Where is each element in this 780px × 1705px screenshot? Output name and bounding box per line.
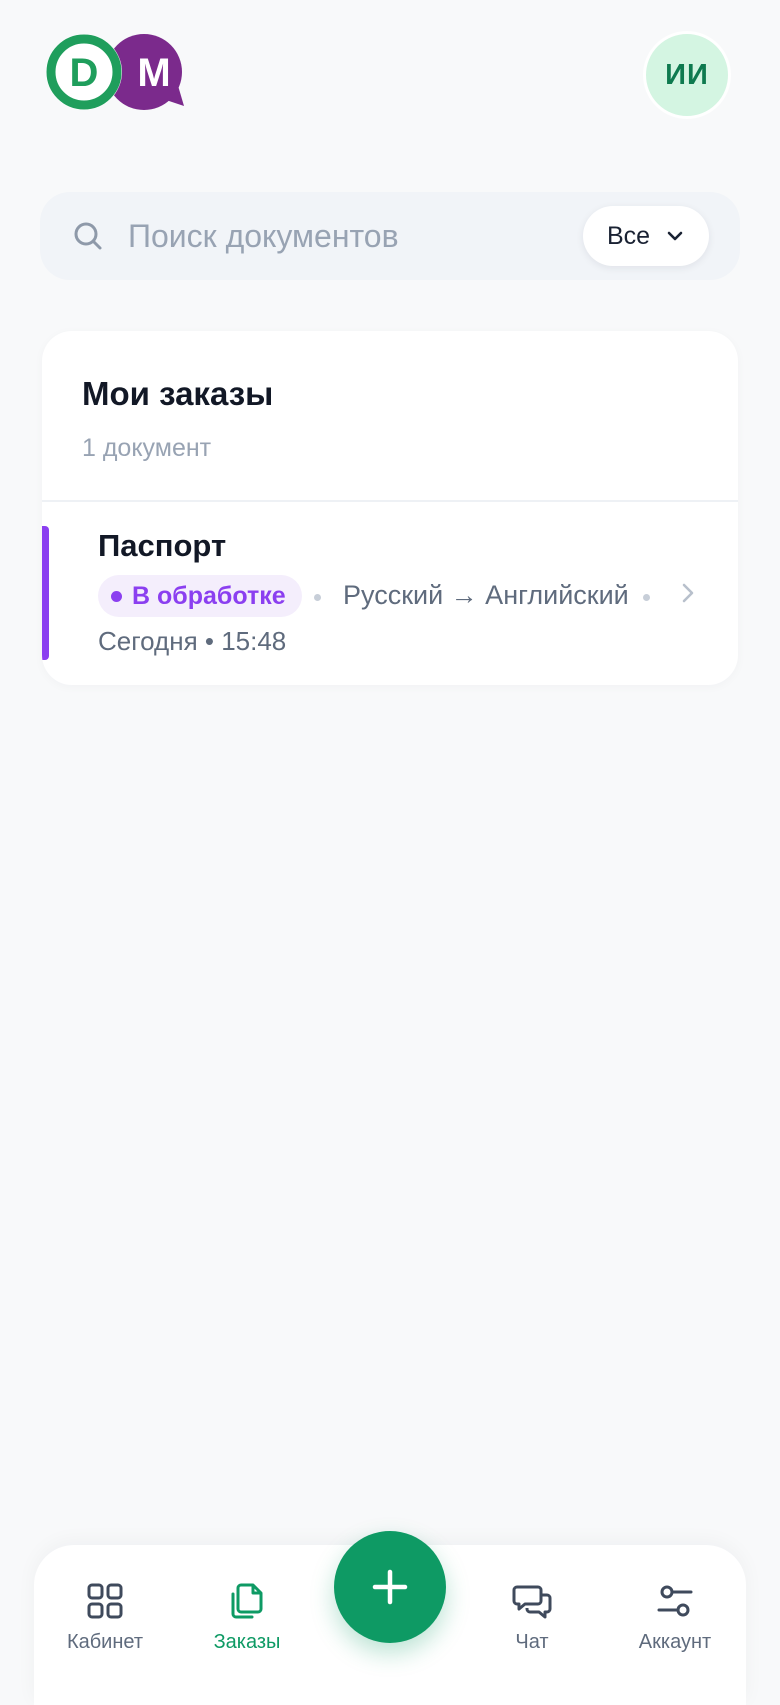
separator-dot <box>643 594 650 601</box>
chevron-down-icon <box>667 231 683 241</box>
orders-count: 1 документ <box>82 434 212 462</box>
avatar-initials: ИИ <box>665 58 709 91</box>
orders-title: Мои заказы <box>82 375 274 412</box>
orders-card: Мои заказы 1 документ Паспорт В обработк… <box>42 331 738 685</box>
app-logo[interactable]: D M <box>46 34 196 118</box>
chat-icon <box>512 1585 552 1619</box>
search-icon <box>74 222 102 250</box>
separator-dot <box>314 594 321 601</box>
documents-icon <box>231 1583 263 1619</box>
status-dot <box>111 591 122 602</box>
add-order-button[interactable] <box>334 1531 446 1643</box>
plus-icon <box>372 1569 408 1605</box>
nav-label-cabinet: Кабинет <box>66 1631 144 1653</box>
chevron-right-icon <box>682 583 694 603</box>
logo-mark: D M <box>46 34 184 110</box>
order-languages: Русский → Английский <box>343 580 629 610</box>
user-avatar[interactable]: ИИ <box>643 31 731 119</box>
nav-item-chat[interactable]: Чат <box>472 1581 592 1654</box>
nav-label-orders: Заказы <box>213 1631 281 1653</box>
filter-label: Все <box>607 221 651 250</box>
logo-letter-d: D <box>70 51 99 95</box>
nav-item-cabinet[interactable]: Кабинет <box>45 1581 165 1654</box>
status-label: В обработке <box>132 581 286 610</box>
order-accent-bar <box>42 526 49 660</box>
order-date: Сегодня • 15:48 <box>98 626 287 656</box>
sliders-icon <box>657 1585 693 1617</box>
nav-label-account: Аккаунт <box>638 1631 712 1653</box>
filter-dropdown[interactable]: Все <box>583 206 709 266</box>
nav-item-orders[interactable]: Заказы <box>187 1581 307 1654</box>
order-title: Паспорт <box>98 528 227 563</box>
status-badge: В обработке <box>98 575 302 617</box>
grid-icon <box>87 1583 123 1619</box>
search-bar: Все <box>40 192 740 280</box>
order-item[interactable]: Паспорт В обработке Русский → Английский… <box>42 502 738 685</box>
logo-letter-m: M <box>137 51 170 95</box>
nav-label-chat: Чат <box>515 1631 549 1653</box>
nav-item-account[interactable]: Аккаунт <box>615 1581 735 1654</box>
search-input[interactable] <box>128 208 508 264</box>
